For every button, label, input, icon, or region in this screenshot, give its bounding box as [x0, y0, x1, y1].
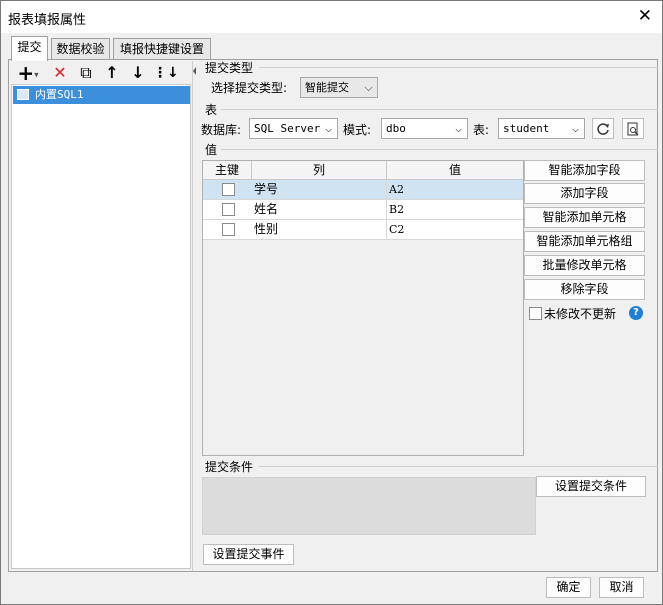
sql-list-item[interactable]: 内置SQL1	[13, 86, 190, 104]
arrow-up-icon: ↑	[105, 63, 119, 82]
add-field-button[interactable]: 添加字段	[524, 183, 645, 204]
table-row[interactable]: 学号 A2	[203, 180, 523, 200]
chevron-down-icon: ⌵	[572, 122, 579, 135]
sort-down-icon: ⋮↓	[153, 65, 179, 81]
table-select[interactable]: student ⌵	[498, 118, 585, 139]
no-update-checkbox[interactable]	[529, 307, 542, 320]
section-divider	[259, 67, 658, 68]
cancel-button[interactable]: 取消	[599, 577, 644, 598]
tab-submit[interactable]: 提交	[11, 36, 48, 61]
chevron-down-icon: ⌵	[455, 122, 462, 135]
delete-sql-button[interactable]: ✕	[49, 63, 71, 83]
more-actions-button[interactable]: ⋮↓	[153, 63, 179, 83]
chevron-down-icon: ▾	[34, 70, 39, 81]
value-cell[interactable]: C2	[387, 220, 523, 240]
add-icon: +	[17, 61, 35, 85]
sql-list: 内置SQL1	[11, 84, 191, 569]
schema-select[interactable]: dbo ⌵	[381, 118, 468, 139]
table-header: 主键 列 值	[203, 161, 523, 180]
primary-key-checkbox[interactable]	[222, 223, 235, 236]
value-cell[interactable]: A2	[387, 180, 523, 200]
database-label: 数据库:	[201, 123, 242, 137]
delete-icon: ✕	[53, 63, 67, 82]
column-name-cell[interactable]: 姓名	[252, 200, 387, 220]
schema-value: dbo	[386, 122, 406, 135]
column-name-cell[interactable]: 学号	[252, 180, 387, 200]
help-icon[interactable]: ?	[629, 306, 643, 320]
smart-add-cell-button[interactable]: 智能添加单元格	[524, 207, 645, 228]
window-title: 报表填报属性	[8, 13, 87, 28]
chevron-down-icon: ⌵	[364, 81, 373, 94]
dialog-window: 报表填报属性 ✕ 提交 数据校验 填报快捷键设置 +▾ ✕ ⧉ ↑ ↓ ⋮↓ 内…	[0, 0, 663, 605]
refresh-button[interactable]	[592, 118, 614, 139]
chevron-down-icon: ⌵	[325, 122, 332, 135]
arrow-down-icon: ↓	[131, 63, 145, 82]
condition-display-area	[202, 477, 536, 535]
value-cell[interactable]: B2	[387, 200, 523, 220]
add-sql-button[interactable]: +▾	[15, 63, 41, 83]
submit-type-select[interactable]: 智能提交 ⌵	[300, 77, 378, 98]
smart-add-field-button[interactable]: 智能添加字段	[524, 160, 645, 181]
table-label: 表:	[473, 123, 490, 137]
section-divider	[259, 466, 658, 467]
table-row[interactable]: 姓名 B2	[203, 200, 523, 220]
submit-type-section-label: 提交类型	[205, 61, 254, 75]
section-divider	[221, 109, 658, 110]
title-bar: 报表填报属性 ✕	[1, 1, 662, 33]
preview-icon	[627, 122, 639, 136]
primary-key-checkbox[interactable]	[222, 183, 235, 196]
column-name-cell[interactable]: 性别	[252, 220, 387, 240]
ok-button[interactable]: 确定	[546, 577, 591, 598]
refresh-icon	[597, 123, 609, 135]
column-header-value[interactable]: 值	[387, 161, 523, 180]
copy-icon: ⧉	[80, 63, 92, 82]
primary-key-checkbox[interactable]	[222, 203, 235, 216]
sql-item-label: 内置SQL1	[35, 88, 84, 101]
set-condition-button[interactable]: 设置提交条件	[536, 476, 646, 497]
move-down-button[interactable]: ↓	[127, 63, 149, 83]
column-header-column[interactable]: 列	[252, 161, 387, 180]
section-divider	[221, 149, 658, 150]
column-header-key[interactable]: 主键	[203, 161, 252, 180]
value-section-label: 值	[205, 143, 218, 157]
schema-label: 模式:	[343, 123, 372, 137]
smart-add-cell-group-button[interactable]: 智能添加单元格组	[524, 231, 645, 252]
database-value: SQL Server	[254, 122, 321, 135]
submit-type-value: 智能提交	[305, 81, 349, 94]
condition-section-label: 提交条件	[205, 460, 254, 474]
preview-table-button[interactable]	[622, 118, 644, 139]
batch-edit-cell-button[interactable]: 批量修改单元格	[524, 255, 645, 276]
panel-splitter[interactable]	[192, 61, 196, 571]
set-submit-event-button[interactable]: 设置提交事件	[203, 544, 294, 565]
table-value: student	[503, 122, 550, 135]
remove-field-button[interactable]: 移除字段	[524, 279, 645, 300]
table-row[interactable]: 性别 C2	[203, 220, 523, 240]
database-select[interactable]: SQL Server ⌵	[249, 118, 338, 139]
field-table: 主键 列 值 学号 A2 姓名 B2 性别 C2	[202, 160, 524, 456]
table-section-label: 表	[205, 103, 218, 117]
move-up-button[interactable]: ↑	[101, 63, 123, 83]
tab-shortcut-settings[interactable]: 填报快捷键设置	[113, 38, 211, 60]
collapse-arrow-icon	[193, 67, 196, 75]
submit-type-label: 选择提交类型:	[211, 81, 288, 95]
sql-table-icon	[17, 89, 29, 100]
no-update-label: 未修改不更新	[544, 307, 617, 321]
copy-sql-button[interactable]: ⧉	[75, 63, 97, 83]
tab-data-validation[interactable]: 数据校验	[51, 38, 110, 60]
close-icon[interactable]: ✕	[638, 7, 652, 25]
